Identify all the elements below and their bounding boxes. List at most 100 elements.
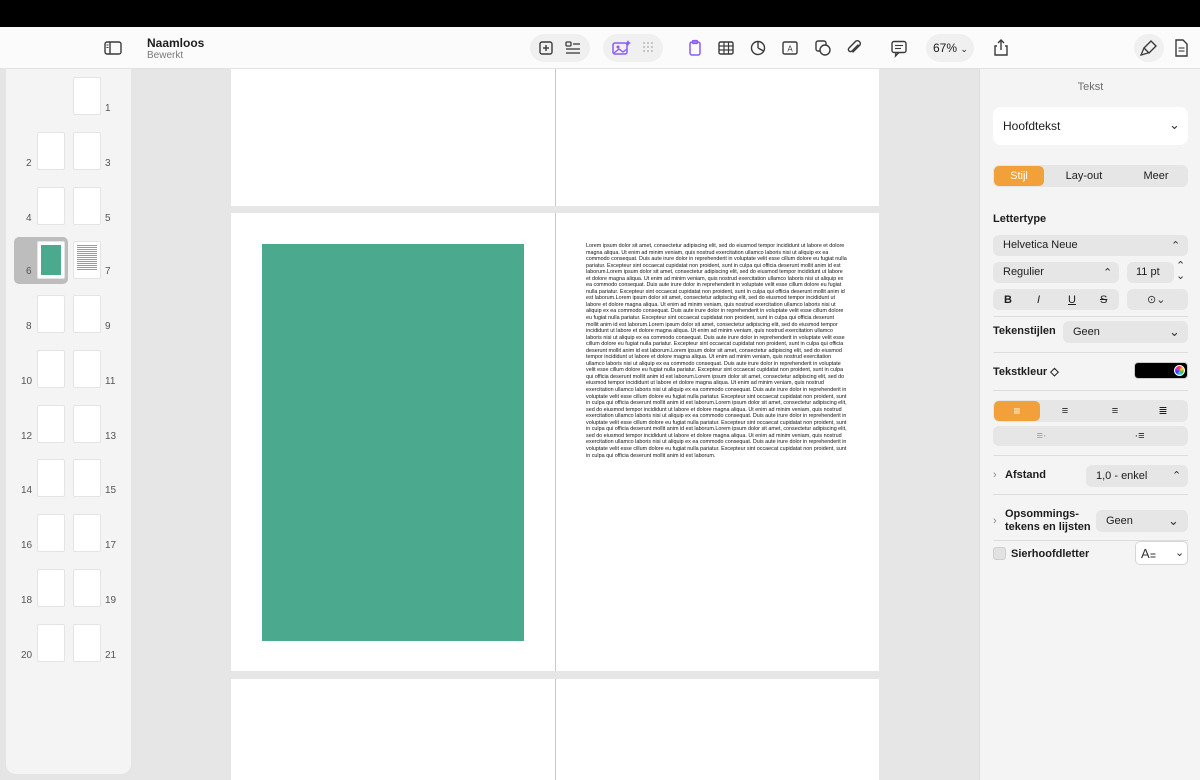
bullets-label-line2[interactable]: tekens en lijsten <box>1005 521 1091 533</box>
page-thumbnail[interactable] <box>73 77 101 115</box>
toolbar: Naamloos Bewerkt A 67% ⌄ <box>0 27 1200 69</box>
font-size-value: 11 pt <box>1136 266 1160 278</box>
clipboard-icon[interactable] <box>684 37 706 59</box>
page-thumbnail[interactable] <box>37 405 65 443</box>
chevron-down-icon: ⌄ <box>1175 547 1185 559</box>
image-playground-icon[interactable] <box>610 37 632 59</box>
dropcap-style-dropdown[interactable]: A≣ ⌄ <box>1135 541 1188 565</box>
add-page-icon[interactable] <box>535 37 557 59</box>
character-styles-dropdown[interactable]: Geen ⌄ <box>1063 321 1188 343</box>
page-thumbnail[interactable] <box>37 459 65 497</box>
page-number: 12 <box>21 431 33 442</box>
page-number: 4 <box>26 213 32 224</box>
textbox-icon[interactable]: A <box>779 37 801 59</box>
page-thumbnail[interactable] <box>73 569 101 607</box>
paperclip-icon[interactable] <box>843 37 865 59</box>
increase-indent-button[interactable]: ·≡ <box>1091 425 1188 447</box>
page-thumbnail[interactable] <box>73 295 101 333</box>
spread-spine <box>555 679 556 780</box>
text-color-swatch[interactable] <box>1134 362 1188 379</box>
green-rectangle-shape[interactable] <box>262 244 524 641</box>
font-family-value: Helvetica Neue <box>1003 239 1078 251</box>
align-center-button[interactable]: ≡ <box>1042 400 1088 422</box>
page-thumbnail[interactable] <box>73 514 101 552</box>
page-thumbnail[interactable] <box>73 241 101 279</box>
page-number: 7 <box>105 266 111 277</box>
zoom-value[interactable]: 67% ⌄ <box>933 41 968 55</box>
page-thumbnail[interactable] <box>37 350 65 388</box>
tab-layout[interactable]: Lay-out <box>1052 165 1116 187</box>
font-family-dropdown[interactable]: Helvetica Neue ⌃ <box>993 235 1188 256</box>
divider <box>993 352 1188 353</box>
color-wheel-icon[interactable] <box>1174 365 1185 376</box>
more-options-icon: ⊙⌄ <box>1147 294 1166 306</box>
page-thumbnail[interactable] <box>73 132 101 170</box>
strikethrough-button[interactable]: S <box>1100 294 1107 306</box>
page-thumbnails-sidebar[interactable]: 1 2 3 4 5 6 7 8 9 10 11 12 13 14 15 16 1… <box>6 69 131 774</box>
text-options-button[interactable]: ⊙⌄ <box>1127 289 1188 310</box>
page-thumbnail-selected[interactable] <box>37 241 65 279</box>
page-number: 14 <box>21 485 33 496</box>
font-size-field[interactable]: 11 pt <box>1127 262 1174 283</box>
tab-meer[interactable]: Meer <box>1124 165 1188 187</box>
page-thumbnail[interactable] <box>37 187 65 225</box>
chevron-right-icon[interactable]: › <box>993 515 997 527</box>
page-thumbnail[interactable] <box>37 132 65 170</box>
list-style-icon[interactable] <box>562 37 584 59</box>
chevron-down-icon: ⌄ <box>960 44 968 54</box>
italic-button[interactable]: I <box>1037 294 1040 306</box>
page-number: 13 <box>105 431 117 442</box>
body-text-box[interactable]: Lorem ipsum dolor sit amet, consectetur … <box>586 243 848 553</box>
chevron-down-icon: ⌄ <box>1169 324 1180 339</box>
sidebar-toggle-icon[interactable] <box>102 37 124 59</box>
decrease-indent-button[interactable]: ≡· <box>993 425 1090 447</box>
align-justify-button[interactable]: ≣ <box>1140 400 1186 422</box>
table-icon[interactable] <box>715 37 737 59</box>
page-thumbnail[interactable] <box>73 350 101 388</box>
spacing-dropdown[interactable]: 1,0 - enkel ⌃ <box>1086 465 1188 487</box>
font-weight-value: Regulier <box>1003 266 1044 278</box>
paintbrush-icon[interactable] <box>1138 37 1160 59</box>
page-number: 20 <box>21 650 33 661</box>
page-number: 18 <box>21 595 33 606</box>
font-section-title: Lettertype <box>993 213 1047 225</box>
dropcap-checkbox[interactable] <box>993 547 1006 560</box>
grid-dots-icon[interactable] <box>638 37 660 59</box>
font-weight-dropdown[interactable]: Regulier ⌃ <box>993 262 1119 283</box>
document-status: Bewerkt <box>147 50 184 61</box>
bold-button[interactable]: B <box>1004 294 1012 306</box>
document-title[interactable]: Naamloos <box>147 36 204 50</box>
divider <box>993 316 1188 317</box>
spacing-label[interactable]: Afstand <box>1005 469 1046 481</box>
chevron-right-icon[interactable]: › <box>993 469 997 481</box>
comment-icon[interactable] <box>888 37 910 59</box>
character-styles-value: Geen <box>1073 326 1100 338</box>
page-thumbnail[interactable] <box>37 624 65 662</box>
bullets-label-line1[interactable]: Opsommings- <box>1005 508 1079 520</box>
dropcap-style-icon: A≣ <box>1141 546 1157 561</box>
page-thumbnail[interactable] <box>73 187 101 225</box>
divider <box>993 390 1188 391</box>
spread-spine <box>555 69 556 206</box>
page-thumbnail[interactable] <box>73 624 101 662</box>
align-left-button[interactable]: ≡ <box>994 401 1040 421</box>
chart-icon[interactable] <box>747 37 769 59</box>
underline-button[interactable]: U <box>1068 294 1076 306</box>
page-thumbnail[interactable] <box>73 459 101 497</box>
paragraph-style-dropdown[interactable]: Hoofdtekst ⌄ <box>993 107 1188 145</box>
bullets-dropdown[interactable]: Geen ⌄ <box>1096 510 1188 532</box>
page-thumbnail[interactable] <box>37 514 65 552</box>
page-number: 16 <box>21 540 33 551</box>
text-color-label[interactable]: Tekstkleur ◇ <box>993 365 1059 378</box>
page-thumbnail[interactable] <box>37 569 65 607</box>
bullets-value: Geen <box>1106 515 1133 527</box>
page-number: 6 <box>26 266 32 277</box>
font-size-stepper-icon[interactable]: ⌃ ⌄ <box>1176 261 1185 282</box>
align-right-button[interactable]: ≡ <box>1092 400 1138 422</box>
page-thumbnail[interactable] <box>73 405 101 443</box>
tab-stijl[interactable]: Stijl <box>994 166 1044 186</box>
share-icon[interactable] <box>990 37 1012 59</box>
shape-icon[interactable] <box>812 37 834 59</box>
document-icon[interactable] <box>1170 37 1192 59</box>
page-thumbnail[interactable] <box>37 295 65 333</box>
